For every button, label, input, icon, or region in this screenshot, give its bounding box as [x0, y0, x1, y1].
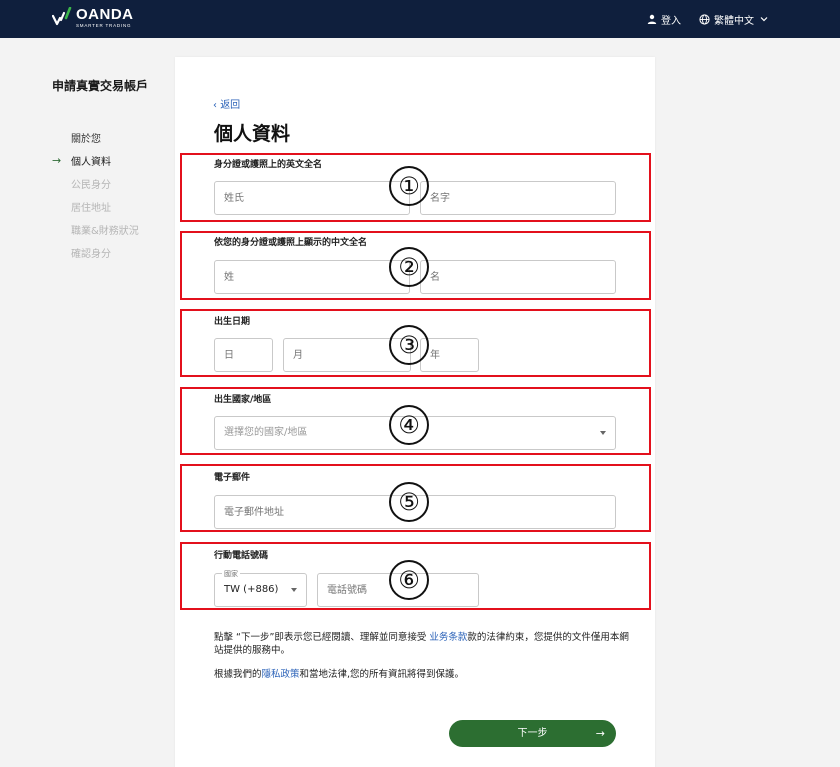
step-citizenship: 公民身分 — [52, 176, 139, 199]
birth-date-label: 出生日期 — [214, 317, 251, 327]
mobile-label: 行動電話號碼 — [214, 551, 269, 561]
english-first-name-input[interactable] — [420, 181, 616, 215]
english-name-label: 身分證或護照上的英文全名 — [214, 160, 323, 170]
birth-day-input[interactable] — [214, 338, 273, 372]
birth-country-label: 出生國家/地區 — [214, 395, 272, 405]
step-label: 確認身分 — [71, 249, 111, 260]
step-label: 關於您 — [71, 134, 101, 145]
annotation-number: ③ — [389, 325, 429, 365]
sidebar-title: 申請真實交易帳戶 — [52, 79, 149, 93]
arrow-right-icon: → — [595, 727, 605, 740]
arrow-right-icon: → — [52, 154, 62, 167]
chevron-down-icon — [760, 17, 768, 22]
caret-down-icon — [291, 588, 297, 592]
login-label: 登入 — [661, 15, 681, 27]
language-label: 繁體中文 — [714, 15, 754, 27]
step-residential-address: 居住地址 — [52, 199, 139, 222]
language-selector[interactable]: 繁體中文 — [699, 12, 768, 27]
privacy-prefix: 根據我們的 — [214, 669, 262, 680]
terms-text: 點擊 “下一步”即表示您已經閱讀、理解並同意接受 业务条款款的法律約束，您提供的… — [214, 631, 634, 657]
annotation-number: ④ — [389, 405, 429, 445]
logo-name: OANDA — [76, 6, 134, 23]
phone-country-value: TW (+886) — [224, 584, 279, 595]
step-label: 個人資料 — [71, 157, 111, 168]
privacy-suffix: 和當地法律,您的所有資訊將得到保護。 — [299, 669, 465, 680]
next-label: 下一步 — [517, 728, 548, 739]
logo-mark-icon — [51, 6, 72, 27]
step-verify-identity: 確認身分 — [52, 245, 139, 268]
annotation-number: ② — [389, 247, 429, 287]
chinese-first-name-input[interactable] — [420, 260, 616, 294]
caret-down-icon — [600, 431, 606, 435]
annotation-number: ① — [389, 166, 429, 206]
step-label: 公民身分 — [71, 180, 111, 191]
phone-country-label: 國家 — [222, 569, 240, 579]
logo-tagline: SMARTER TRADING — [76, 23, 132, 28]
step-employment-finance: 職業&財務狀況 — [52, 222, 139, 245]
annotation-number: ⑥ — [389, 560, 429, 600]
page-title: 個人資料 — [214, 123, 291, 145]
next-button[interactable]: 下一步 → — [449, 720, 616, 747]
step-about-you[interactable]: 關於您 — [52, 130, 139, 153]
select-placeholder: 選擇您的國家/地區 — [224, 427, 308, 438]
privacy-policy-link[interactable]: 隱私政策 — [262, 669, 300, 680]
back-label: 返回 — [220, 100, 241, 111]
email-label: 電子郵件 — [214, 473, 251, 483]
terms-prefix: 點擊 “下一步”即表示您已經閱讀、理解並同意接受 — [214, 632, 430, 643]
progress-steps: 關於您 → 個人資料 公民身分 居住地址 職業&財務狀況 確認身分 — [52, 130, 139, 268]
chinese-last-name-input[interactable] — [214, 260, 410, 294]
login-link[interactable]: 登入 — [647, 12, 681, 27]
annotation-number: ⑤ — [389, 482, 429, 522]
privacy-text: 根據我們的隱私政策和當地法律,您的所有資訊將得到保護。 — [214, 668, 634, 681]
step-personal-info[interactable]: → 個人資料 — [52, 153, 139, 176]
oanda-logo[interactable]: OANDA SMARTER TRADING — [51, 6, 134, 28]
terms-link[interactable]: 业务条款 — [429, 632, 467, 643]
english-last-name-input[interactable] — [214, 181, 410, 215]
top-header: OANDA SMARTER TRADING 登入 繁體中文 — [0, 0, 840, 38]
globe-icon — [699, 13, 710, 25]
back-link[interactable]: ‹ 返回 — [213, 96, 240, 111]
user-icon — [647, 14, 657, 24]
step-label: 職業&財務狀況 — [71, 226, 139, 237]
chinese-name-label: 依您的身分證或護照上顯示的中文全名 — [214, 238, 368, 248]
step-label: 居住地址 — [71, 203, 111, 214]
